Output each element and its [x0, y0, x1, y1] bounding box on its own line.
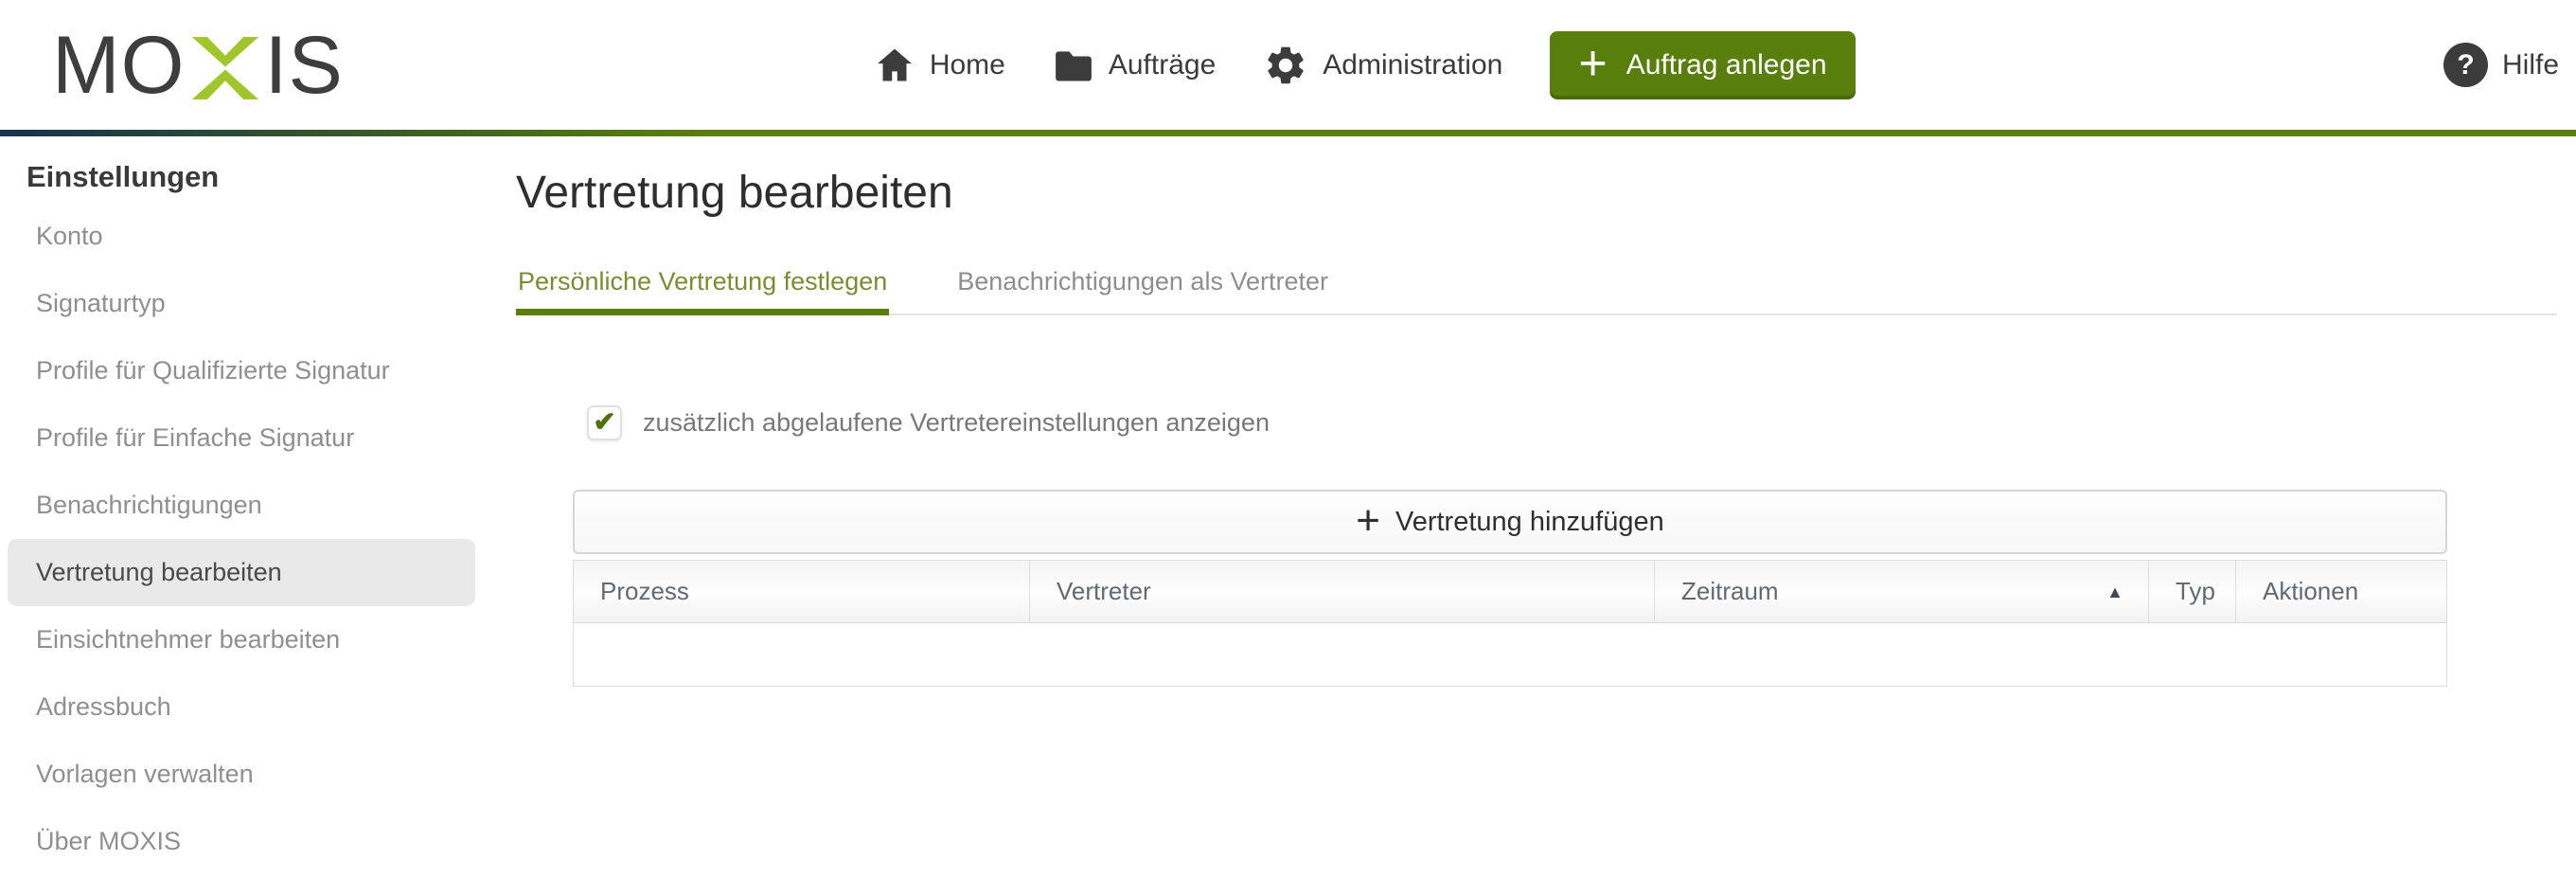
create-order-button-label: Auftrag anlegen [1626, 49, 1827, 81]
tab-bar: Persönliche Vertretung festlegen Benachr… [516, 267, 2557, 315]
main-content: Vertretung bearbeiten Persönliche Vertre… [492, 136, 2576, 687]
nav-item-administration[interactable]: Administration [1263, 43, 1502, 88]
sidebar-item-adressbuch[interactable]: Adressbuch [8, 673, 475, 741]
tab-benachrichtigungen-als-vertreter[interactable]: Benachrichtigungen als Vertreter [955, 267, 1330, 314]
nav-item-label: Administration [1323, 49, 1502, 81]
column-header-zeitraum[interactable]: Zeitraum ▲ [1654, 561, 2148, 622]
sidebar-item-signaturtyp[interactable]: Signaturtyp [8, 270, 475, 337]
logo-text-is: IS [265, 25, 344, 106]
folder-icon [1053, 45, 1094, 86]
sidebar-item-konto[interactable]: Konto [8, 203, 475, 270]
vertretung-table-area: + Vertretung hinzufügen Prozess Vertrete… [573, 490, 2447, 687]
header-divider [0, 130, 2576, 136]
sidebar-item-vorlagen-verwalten[interactable]: Vorlagen verwalten [8, 741, 475, 808]
nav-item-home[interactable]: Home [874, 45, 1005, 86]
column-header-zeitraum-label: Zeitraum [1681, 577, 1779, 606]
show-expired-checkbox-label[interactable]: zusätzlich abgelaufene Vertretereinstell… [643, 408, 1270, 438]
gear-icon [1263, 43, 1308, 88]
nav-item-label: Aufträge [1109, 49, 1216, 81]
table-header-row: Prozess Vertreter Zeitraum ▲ Typ Aktione… [574, 561, 2446, 623]
sidebar-item-profile-qualifizierte-signatur[interactable]: Profile für Qualifizierte Signatur [8, 337, 475, 404]
sidebar-item-profile-einfache-signatur[interactable]: Profile für Einfache Signatur [8, 404, 475, 472]
show-expired-checkbox-row: ✔ zusätzlich abgelaufene Vertretereinste… [587, 405, 2557, 440]
add-vertretung-button[interactable]: + Vertretung hinzufügen [573, 490, 2447, 554]
help-button[interactable]: ? Hilfe [2443, 43, 2559, 87]
sort-asc-icon: ▲ [2106, 583, 2123, 600]
table-empty-row [574, 623, 2446, 686]
column-header-vertreter[interactable]: Vertreter [1029, 561, 1654, 622]
tab-persoenliche-vertretung[interactable]: Persönliche Vertretung festlegen [516, 267, 889, 314]
sidebar-item-vertretung-bearbeiten[interactable]: Vertretung bearbeiten [8, 539, 475, 606]
add-vertretung-button-label: Vertretung hinzufügen [1395, 507, 1664, 538]
sidebar-list: Konto Signaturtyp Profile für Qualifizie… [8, 203, 492, 875]
sidebar-item-benachrichtigungen[interactable]: Benachrichtigungen [8, 472, 475, 539]
checkmark-icon: ✔ [593, 409, 615, 437]
nav-item-auftraege[interactable]: Aufträge [1053, 45, 1216, 86]
main-nav: Home Aufträge Administration + Auftrag a… [874, 31, 1856, 99]
sidebar-item-ueber-moxis[interactable]: Über MOXIS [8, 808, 475, 875]
nav-item-label: Home [930, 49, 1005, 81]
moxis-logo[interactable]: MO IS [52, 25, 344, 106]
column-header-aktionen[interactable]: Aktionen [2235, 561, 2446, 622]
help-icon: ? [2443, 43, 2488, 87]
logo-text-mo: MO [52, 25, 186, 106]
sidebar-item-einsichtnehmer-bearbeiten[interactable]: Einsichtnehmer bearbeiten [8, 606, 475, 673]
show-expired-checkbox[interactable]: ✔ [587, 405, 622, 440]
sidebar-title: Einstellungen [27, 161, 492, 193]
page-body: Einstellungen Konto Signaturtyp Profile … [0, 136, 2576, 875]
logo-x-icon [189, 37, 261, 99]
vertretung-table: Prozess Vertreter Zeitraum ▲ Typ Aktione… [573, 560, 2447, 687]
page-title: Vertretung bearbeiten [516, 169, 2557, 218]
help-label: Hilfe [2502, 49, 2559, 81]
top-bar: MO IS Home Aufträge Administration + [0, 0, 2576, 130]
settings-sidebar: Einstellungen Konto Signaturtyp Profile … [0, 136, 492, 875]
column-header-typ[interactable]: Typ [2148, 561, 2235, 622]
create-order-button[interactable]: + Auftrag anlegen [1550, 31, 1855, 99]
column-header-prozess[interactable]: Prozess [574, 561, 1029, 622]
home-icon [874, 45, 915, 86]
